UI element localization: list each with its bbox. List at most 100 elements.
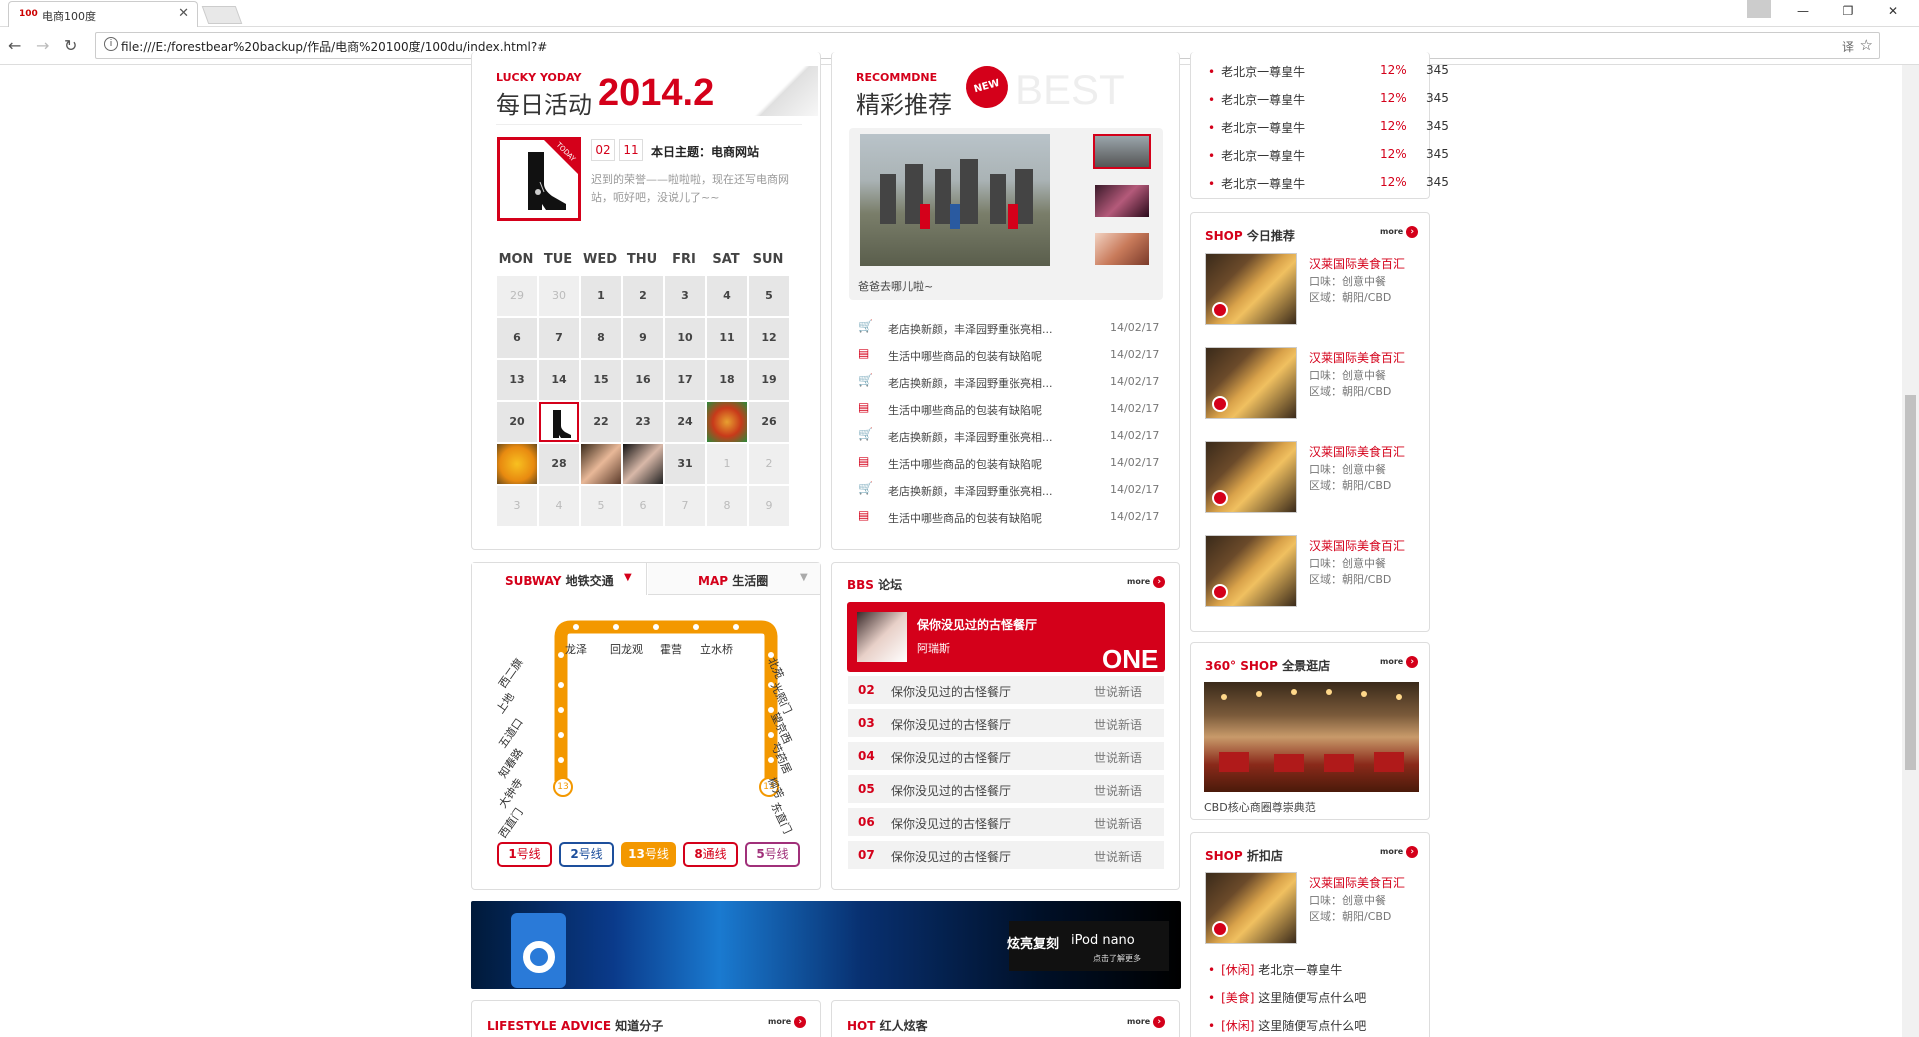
news-title[interactable]: 老店换新颜，丰泽园野重张亮相... xyxy=(888,375,1053,391)
calendar-day[interactable]: 6 xyxy=(623,486,663,526)
shop-image[interactable] xyxy=(1205,441,1297,513)
pano-photo[interactable] xyxy=(1204,682,1419,792)
shop-item[interactable]: 汉莱国际美食百汇 口味：创意中餐 区域：朝阳/CBD xyxy=(1205,347,1420,427)
shop-image[interactable] xyxy=(1205,253,1297,325)
bbs-row[interactable]: 04 保你没见过的古怪餐厅 世说新语 xyxy=(848,742,1164,770)
calendar-day[interactable]: 23 xyxy=(623,402,663,442)
calendar-day[interactable]: 9 xyxy=(749,486,789,526)
discount-item[interactable]: • [休闲] 老北京一尊皇牛 xyxy=(1208,961,1342,978)
station-label[interactable]: 立水桥 xyxy=(700,641,733,657)
bbs-row[interactable]: 02 保你没见过的古怪餐厅 世说新语 xyxy=(848,676,1164,704)
discount-shop-image[interactable] xyxy=(1205,872,1297,944)
bbs-row[interactable]: 06 保你没见过的古怪餐厅 世说新语 xyxy=(848,808,1164,836)
shop-item[interactable]: 汉莱国际美食百汇 口味：创意中餐 区域：朝阳/CBD xyxy=(1205,441,1420,521)
shop-name[interactable]: 汉莱国际美食百汇 xyxy=(1309,349,1405,366)
scrollbar-thumb[interactable] xyxy=(1905,395,1916,770)
discount-item[interactable]: • [美食] 这里随便写点什么吧 xyxy=(1208,989,1366,1006)
calendar-day[interactable]: 5 xyxy=(749,276,789,316)
shop-name[interactable]: 汉莱国际美食百汇 xyxy=(1309,537,1405,554)
ranking-title[interactable]: 老北京一尊皇牛 xyxy=(1221,177,1305,191)
calendar-day[interactable]: 12 xyxy=(749,318,789,358)
calendar-day[interactable]: 8 xyxy=(707,486,747,526)
line-button[interactable]: 5号线 xyxy=(745,842,800,867)
news-title[interactable]: 老店换新颜，丰泽园野重张亮相... xyxy=(888,429,1053,445)
ranking-title[interactable]: 老北京一尊皇牛 xyxy=(1221,93,1305,107)
browser-tab[interactable]: 100 电商100度 ✕ xyxy=(8,1,198,27)
news-item[interactable]: ▤ 生活中哪些商品的包装有缺陷呢 14/02/17 xyxy=(858,508,1159,530)
news-item[interactable]: 🛒 老店换新颜，丰泽园野重张亮相... 14/02/17 xyxy=(858,427,1159,449)
bbs-top-post[interactable]: 保你没见过的古怪餐厅 阿瑞斯 ONE xyxy=(847,602,1165,674)
calendar-day[interactable]: 11 xyxy=(707,318,747,358)
shop-item[interactable]: 汉莱国际美食百汇 口味：创意中餐 区域：朝阳/CBD xyxy=(1205,535,1420,615)
calendar-day[interactable]: 4 xyxy=(539,486,579,526)
pano-more[interactable]: more › xyxy=(1380,656,1419,668)
ranking-title[interactable]: 老北京一尊皇牛 xyxy=(1221,65,1305,79)
calendar-day[interactable]: 2 xyxy=(623,276,663,316)
bbs-category[interactable]: 世说新语 xyxy=(1094,848,1142,865)
ipod-banner[interactable]: 炫亮复刻 iPod nano 点击了解更多 xyxy=(471,901,1181,989)
calendar-day-image[interactable] xyxy=(707,402,747,442)
back-icon[interactable]: ← xyxy=(8,36,21,55)
news-title[interactable]: 老店换新颜，丰泽园野重张亮相... xyxy=(888,483,1053,499)
calendar-day[interactable]: 5 xyxy=(581,486,621,526)
bbs-post-title[interactable]: 保你没见过的古怪餐厅 xyxy=(891,716,1011,733)
bbs-row[interactable]: 07 保你没见过的古怪餐厅 世说新语 xyxy=(848,841,1164,869)
ranking-title[interactable]: 老北京一尊皇牛 xyxy=(1221,121,1305,135)
shop-item[interactable]: 汉莱国际美食百汇 口味：创意中餐 区域：朝阳/CBD xyxy=(1205,253,1420,333)
calendar-day[interactable]: 29 xyxy=(497,276,537,316)
bbs-post-title[interactable]: 保你没见过的古怪餐厅 xyxy=(891,749,1011,766)
calendar-day[interactable]: 17 xyxy=(665,360,705,400)
shop-image[interactable] xyxy=(1205,535,1297,607)
calendar-day[interactable]: 6 xyxy=(497,318,537,358)
ranking-item[interactable]: • 老北京一尊皇牛 12% 345 xyxy=(1208,175,1449,193)
discount-shop-item[interactable]: 汉莱国际美食百汇 口味：创意中餐 区域：朝阳/CBD xyxy=(1205,872,1420,952)
calendar-day[interactable]: 31 xyxy=(665,444,705,484)
ranking-item[interactable]: • 老北京一尊皇牛 12% 345 xyxy=(1208,63,1449,81)
shop-today-more[interactable]: more › xyxy=(1380,226,1419,238)
calendar-day[interactable]: 3 xyxy=(665,276,705,316)
calendar-day[interactable]: 1 xyxy=(707,444,747,484)
lifestyle-more[interactable]: more › xyxy=(768,1016,807,1028)
calendar-day-image[interactable] xyxy=(497,444,537,484)
bbs-post-title[interactable]: 保你没见过的古怪餐厅 xyxy=(891,848,1011,865)
calendar-day[interactable]: 19 xyxy=(749,360,789,400)
tab-map[interactable]: MAP 生活圈 ▼ xyxy=(648,563,820,595)
calendar-day[interactable]: 26 xyxy=(749,402,789,442)
shop-image[interactable] xyxy=(1205,347,1297,419)
reload-icon[interactable]: ↻ xyxy=(64,36,77,55)
bbs-post-title[interactable]: 保你没见过的古怪餐厅 xyxy=(891,815,1011,832)
calendar-day[interactable]: 30 xyxy=(539,276,579,316)
hot-more[interactable]: more › xyxy=(1127,1016,1166,1028)
news-item[interactable]: 🛒 老店换新颜，丰泽园野重张亮相... 14/02/17 xyxy=(858,319,1159,341)
discount-title[interactable]: 这里随便写点什么吧 xyxy=(1258,991,1366,1005)
calendar-day[interactable]: 3 xyxy=(497,486,537,526)
calendar-day[interactable]: 4 xyxy=(707,276,747,316)
station-label[interactable]: 回龙观 xyxy=(610,641,643,657)
news-title[interactable]: 老店换新颜，丰泽园野重张亮相... xyxy=(888,321,1053,337)
close-window-icon[interactable]: ✕ xyxy=(1878,4,1908,18)
news-item[interactable]: ▤ 生活中哪些商品的包装有缺陷呢 14/02/17 xyxy=(858,400,1159,422)
calendar-day[interactable]: 10 xyxy=(665,318,705,358)
calendar-day[interactable]: 15 xyxy=(581,360,621,400)
calendar-day[interactable]: 28 xyxy=(539,444,579,484)
tab-subway[interactable]: SUBWAY 地铁交通 ▼ xyxy=(472,563,647,595)
discount-title[interactable]: 这里随便写点什么吧 xyxy=(1258,1019,1366,1033)
bbs-category[interactable]: 世说新语 xyxy=(1094,749,1142,766)
station-label[interactable]: 霍营 xyxy=(660,641,682,657)
ranking-item[interactable]: • 老北京一尊皇牛 12% 345 xyxy=(1208,119,1449,137)
restore-icon[interactable]: ❐ xyxy=(1833,4,1863,18)
calendar-day-image[interactable] xyxy=(623,444,663,484)
news-item[interactable]: ▤ 生活中哪些商品的包装有缺陷呢 14/02/17 xyxy=(858,346,1159,368)
ranking-item[interactable]: • 老北京一尊皇牛 12% 345 xyxy=(1208,91,1449,109)
ranking-item[interactable]: • 老北京一尊皇牛 12% 345 xyxy=(1208,147,1449,165)
minimize-icon[interactable]: — xyxy=(1788,4,1818,18)
bbs-post-title[interactable]: 保你没见过的古怪餐厅 xyxy=(891,683,1011,700)
calendar-day[interactable]: 22 xyxy=(581,402,621,442)
calendar-day[interactable]: 16 xyxy=(623,360,663,400)
discount-title[interactable]: 老北京一尊皇牛 xyxy=(1258,963,1342,977)
station-label[interactable]: 龙泽 xyxy=(565,641,587,657)
bbs-row[interactable]: 03 保你没见过的古怪餐厅 世说新语 xyxy=(848,709,1164,737)
thumb-2[interactable] xyxy=(1095,185,1149,217)
thumb-1[interactable] xyxy=(1093,134,1151,169)
calendar-day[interactable]: 24 xyxy=(665,402,705,442)
